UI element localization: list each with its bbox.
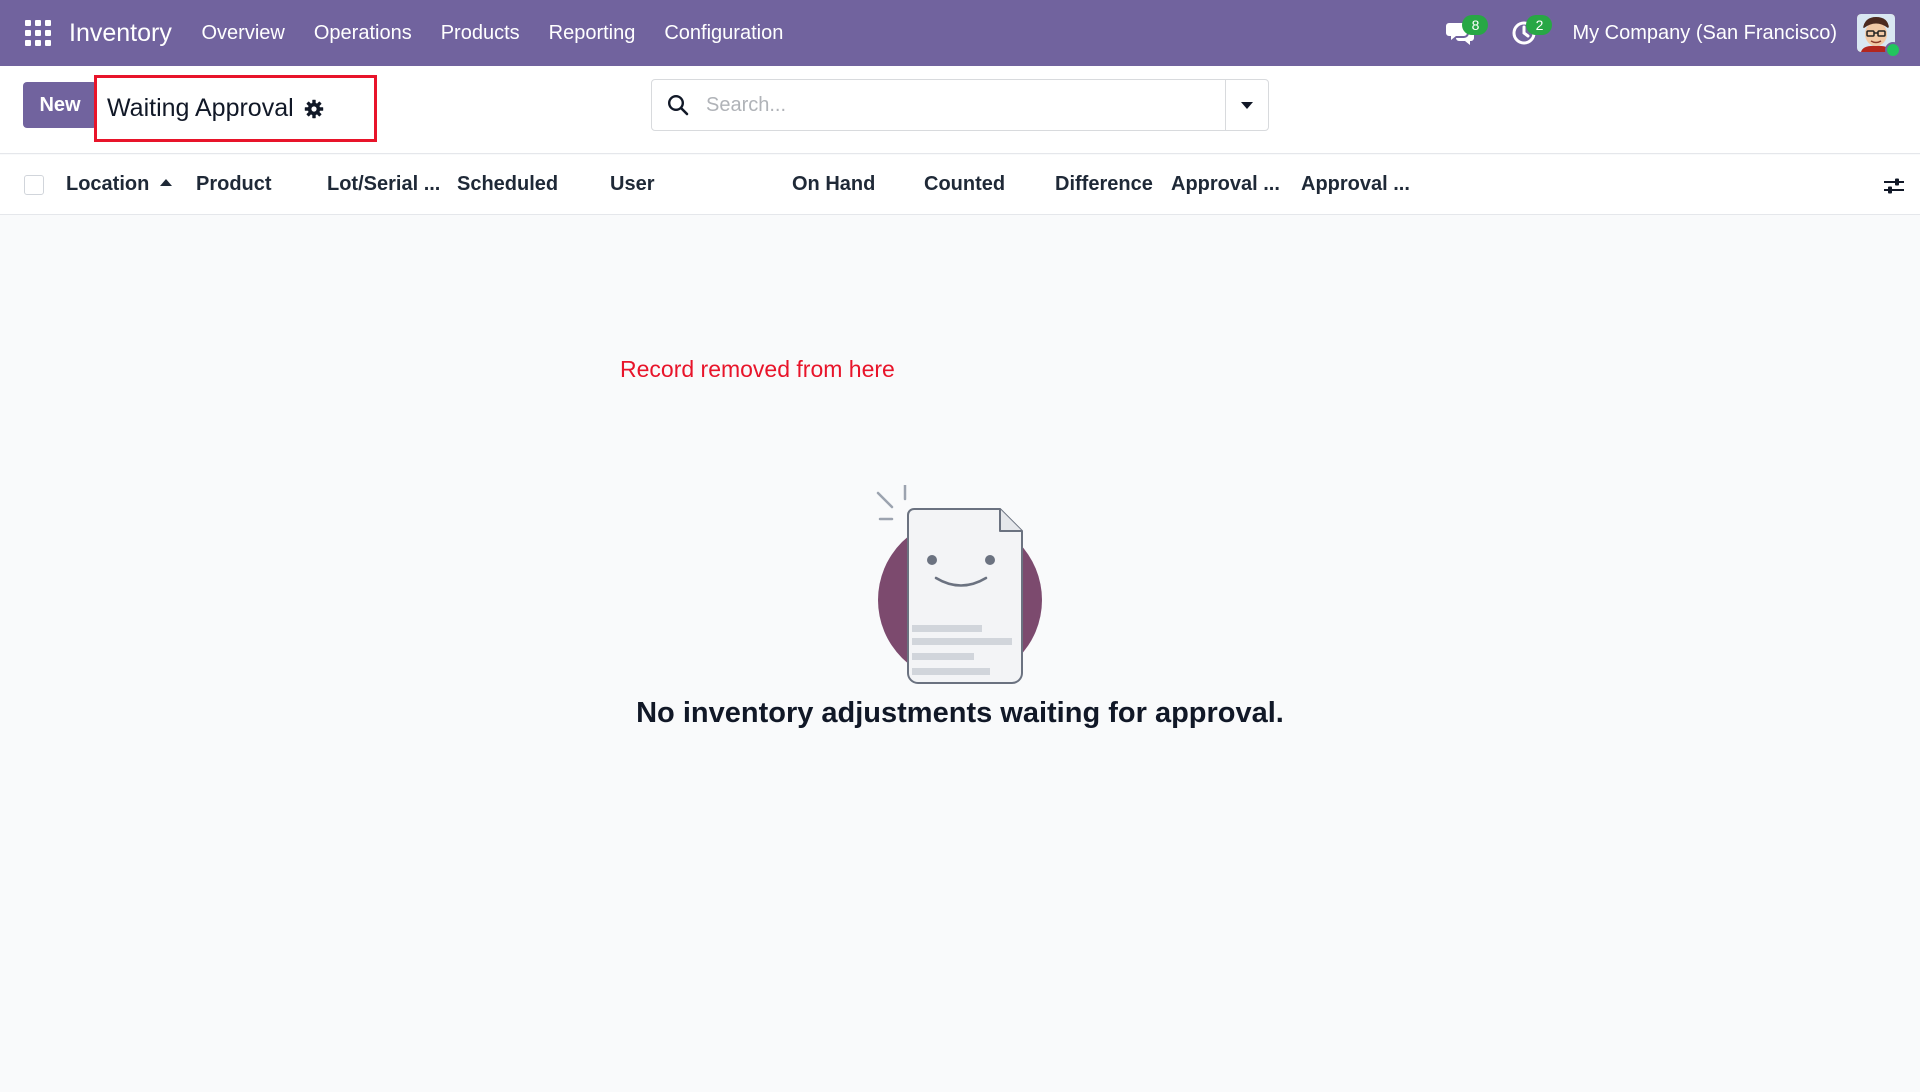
menu-configuration[interactable]: Configuration (650, 22, 798, 45)
breadcrumb: Waiting Approval (94, 75, 377, 142)
column-location[interactable]: Location (66, 173, 149, 196)
select-all-checkbox[interactable] (24, 175, 44, 195)
top-navbar: Inventory Overview Operations Products R… (0, 0, 1920, 66)
new-button[interactable]: New (23, 82, 97, 128)
column-difference[interactable]: Difference (1055, 173, 1153, 196)
company-switcher[interactable]: My Company (San Francisco) (1572, 22, 1837, 45)
messages-button[interactable]: 8 (1440, 13, 1489, 53)
main-menu: Overview Operations Products Reporting C… (187, 22, 798, 45)
empty-state-title: No inventory adjustments waiting for app… (636, 697, 1284, 729)
sort-ascending-icon (160, 179, 172, 186)
empty-state-illustration (870, 483, 1050, 690)
column-on-hand[interactable]: On Hand (792, 173, 875, 196)
control-panel: New Waiting Approval (0, 66, 1920, 154)
search-options-toggle[interactable] (1225, 80, 1268, 130)
systray: 8 2 My Company (San Francisco) (1440, 0, 1920, 66)
column-approval-1[interactable]: Approval ... (1171, 173, 1280, 196)
search-icon (652, 80, 704, 130)
menu-overview[interactable]: Overview (187, 22, 299, 45)
optional-columns-icon[interactable] (1882, 174, 1906, 198)
search-box (651, 79, 1269, 131)
activities-badge: 2 (1526, 15, 1553, 35)
app-name[interactable]: Inventory (69, 19, 172, 48)
menu-reporting[interactable]: Reporting (534, 22, 650, 45)
activities-button[interactable]: 2 (1504, 13, 1553, 53)
apps-menu-icon[interactable] (25, 20, 51, 46)
caret-down-icon (1241, 102, 1253, 109)
menu-operations[interactable]: Operations (299, 22, 426, 45)
page-title: Waiting Approval (107, 94, 294, 122)
column-product[interactable]: Product (196, 173, 272, 196)
gear-icon[interactable] (304, 99, 324, 119)
menu-products[interactable]: Products (426, 22, 534, 45)
column-lot-serial[interactable]: Lot/Serial ... (327, 173, 440, 196)
list-header: Location Product Lot/Serial ... Schedule… (0, 155, 1920, 215)
column-user[interactable]: User (610, 173, 654, 196)
annotation-note: Record removed from here (620, 356, 895, 382)
user-avatar[interactable] (1857, 14, 1901, 58)
column-counted[interactable]: Counted (924, 173, 1005, 196)
column-scheduled[interactable]: Scheduled (457, 173, 558, 196)
search-input[interactable] (704, 81, 1225, 129)
column-approval-2[interactable]: Approval ... (1301, 173, 1410, 196)
messages-badge: 8 (1462, 15, 1489, 35)
online-status-dot (1885, 42, 1901, 58)
